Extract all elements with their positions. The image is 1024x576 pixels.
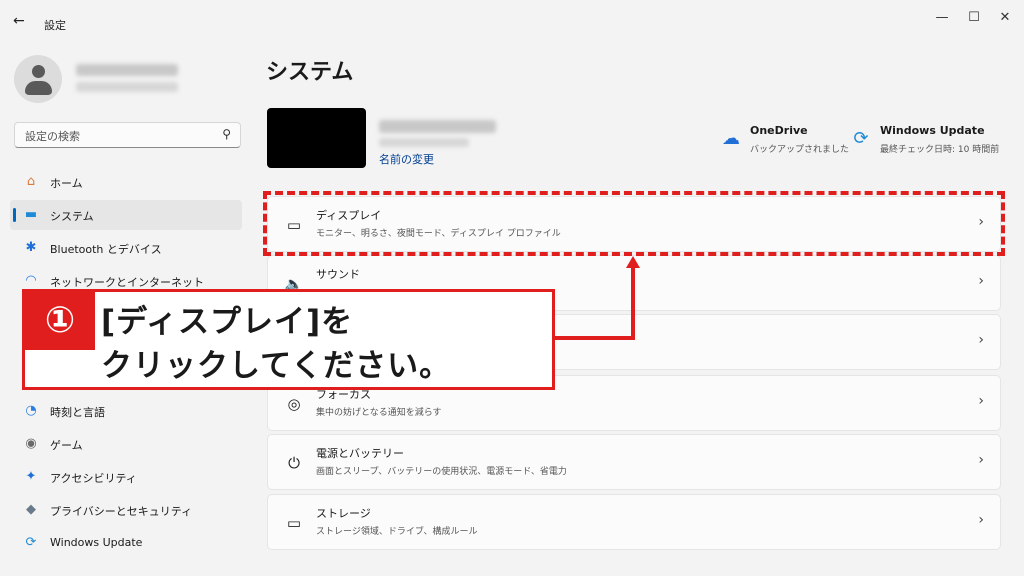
- card-subtitle: ストレージ領域、ドライブ、構成ルール: [316, 527, 478, 537]
- sidebar-item-label: Bluetooth とデバイス: [50, 243, 162, 256]
- card-title: サウンド: [316, 268, 360, 281]
- user-name-redacted: [76, 64, 178, 76]
- sidebar-item-label: アクセシビリティ: [50, 472, 137, 485]
- cloud-icon: ☁: [722, 128, 740, 149]
- sidebar-item[interactable]: ✱ Bluetooth とデバイス: [10, 233, 242, 263]
- service-subtitle: 最終チェック日時: 10 時間前: [880, 145, 1000, 155]
- sidebar-item[interactable]: ✦ アクセシビリティ: [10, 462, 242, 492]
- monitor-icon: ▬: [24, 207, 38, 222]
- card-title: ストレージ: [316, 507, 371, 520]
- instruction-callout: ① [ディスプレイ]を クリックしてください。: [22, 289, 555, 390]
- arrow-up-icon: [626, 256, 640, 268]
- instruction-line-1: [ディスプレイ]を: [101, 304, 354, 340]
- wifi-icon: ◠: [25, 273, 37, 288]
- sidebar-item[interactable]: ◆ プライバシーとセキュリティ: [10, 495, 242, 525]
- selection-indicator: [13, 208, 16, 222]
- close-button[interactable]: ✕: [991, 8, 1019, 28]
- user-email-redacted: [76, 82, 178, 92]
- sidebar-item[interactable]: ▬ システム: [10, 200, 242, 230]
- chevron-right-icon: ›: [978, 512, 984, 528]
- avatar[interactable]: [14, 55, 62, 103]
- accessibility-icon: ✦: [25, 469, 37, 484]
- focus-icon: ◎: [287, 395, 301, 413]
- search-input[interactable]: 設定の検索: [25, 128, 80, 144]
- card-subtitle: 画面とスリープ、バッテリーの使用状況、電源モード、省電力: [316, 467, 567, 477]
- highlight-box: [263, 191, 1005, 256]
- power-icon: ⏻: [288, 454, 300, 472]
- sidebar-item[interactable]: ◔ 時刻と言語: [10, 396, 242, 426]
- settings-card[interactable]: ⏻ 電源とバッテリー画面とスリープ、バッテリーの使用状況、電源モード、省電力 ›: [267, 434, 1001, 490]
- sidebar-item[interactable]: ⟳ Windows Update: [10, 528, 242, 558]
- sidebar-item[interactable]: ⌂ ホーム: [10, 167, 242, 197]
- device-image: [267, 108, 366, 168]
- sidebar-item-label: ホーム: [50, 177, 83, 190]
- globe-clock-icon: ◔: [25, 403, 37, 418]
- chevron-right-icon: ›: [978, 393, 984, 409]
- chevron-right-icon: ›: [978, 452, 984, 468]
- page-title: システム: [266, 60, 354, 85]
- minimize-button[interactable]: —: [928, 8, 956, 28]
- sidebar-item-label: プライバシーとセキュリティ: [50, 505, 193, 518]
- sidebar-item-label: ネットワークとインターネット: [50, 276, 204, 289]
- gamepad-icon: ◉: [25, 436, 37, 451]
- sidebar-item-label: 時刻と言語: [50, 406, 105, 419]
- device-name-redacted: [379, 120, 496, 133]
- sync-icon: ⟳: [853, 128, 869, 149]
- service-title: OneDrive: [750, 124, 808, 137]
- bluetooth-icon: ✱: [25, 240, 37, 255]
- sidebar-item[interactable]: ◉ ゲーム: [10, 429, 242, 459]
- device-model-redacted: [379, 138, 469, 147]
- avatar-head-icon: [32, 65, 45, 78]
- search-icon[interactable]: ⚲: [222, 127, 231, 141]
- settings-card[interactable]: ▭ ストレージストレージ領域、ドライブ、構成ルール ›: [267, 494, 1001, 550]
- storage-icon: ▭: [286, 514, 302, 532]
- card-title: 電源とバッテリー: [316, 447, 404, 460]
- settings-window: ← 設定 — ☐ ✕ 設定の検索 ⚲ ⌂ ホーム ▬ システム ✱ Bluetooth と…: [0, 0, 1024, 576]
- maximize-button[interactable]: ☐: [960, 8, 988, 28]
- service-subtitle: バックアップされました: [750, 145, 850, 155]
- windows-update-icon: ⟳: [25, 535, 37, 550]
- search-box[interactable]: 設定の検索 ⚲: [14, 122, 241, 148]
- chevron-right-icon: ›: [978, 332, 984, 348]
- instruction-line-2: クリックしてください。: [101, 348, 452, 384]
- sidebar-item-label: ゲーム: [50, 439, 83, 452]
- rename-link[interactable]: 名前の変更: [379, 151, 434, 167]
- service-title: Windows Update: [880, 124, 985, 137]
- shield-icon: ◆: [26, 502, 36, 517]
- avatar-body-icon: [25, 81, 52, 95]
- sidebar-item-label: Windows Update: [50, 536, 143, 549]
- arrow-line: [554, 336, 635, 340]
- card-subtitle: 集中の妨げとなる通知を減らす: [316, 408, 442, 418]
- window-title: 設定: [44, 19, 66, 32]
- chevron-right-icon: ›: [978, 273, 984, 289]
- arrow-left-icon[interactable]: ←: [13, 14, 29, 28]
- arrow-line: [631, 264, 635, 340]
- sidebar-item-label: システム: [50, 210, 94, 223]
- step-badge: ①: [25, 292, 95, 350]
- title-bar: ← 設定 — ☐ ✕: [0, 0, 1024, 40]
- home-icon: ⌂: [26, 174, 36, 189]
